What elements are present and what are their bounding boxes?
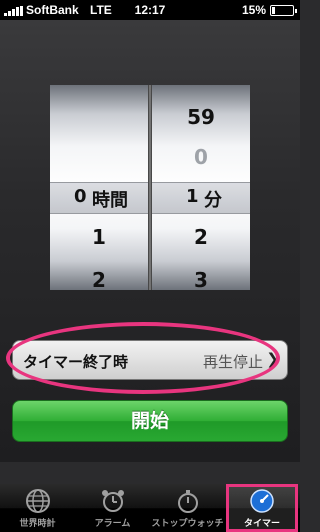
- tab-world-clock[interactable]: 世界時計: [0, 484, 75, 532]
- minutes-item[interactable]: 59: [152, 105, 250, 129]
- timer-end-value: 再生停止: [202, 353, 263, 371]
- tab-bar: 世界時計 アラーム ストップウォッチ タイマー: [0, 484, 300, 532]
- timer-end-label: タイマー終了時: [23, 353, 129, 371]
- battery-icon: [270, 5, 297, 16]
- tab-label: ストップウォッチ: [151, 519, 224, 529]
- tab-label: アラーム: [94, 519, 131, 529]
- minutes-unit-label: 分: [204, 190, 222, 211]
- alarm-clock-icon: [101, 490, 124, 512]
- picker-divider: [148, 85, 152, 290]
- tab-alarm[interactable]: アラーム: [75, 484, 150, 532]
- timer-icon: [250, 489, 274, 513]
- minutes-item[interactable]: 0: [152, 145, 250, 169]
- chevron-right-icon: ❯: [266, 350, 279, 368]
- battery-percent: 15%: [241, 3, 266, 17]
- hours-unit-label: 時間: [92, 190, 128, 211]
- tab-label: タイマー: [243, 519, 280, 529]
- minutes-item[interactable]: 2: [152, 225, 250, 249]
- selected-minutes: 1: [186, 186, 199, 207]
- timer-end-setting[interactable]: タイマー終了時 再生停止 ❯: [12, 340, 288, 380]
- tab-label: 世界時計: [19, 519, 56, 529]
- stopwatch-icon: [177, 490, 198, 513]
- globe-icon: [25, 489, 50, 513]
- hours-item[interactable]: 2: [50, 268, 148, 290]
- start-button[interactable]: 開始: [12, 400, 288, 442]
- tab-stopwatch[interactable]: ストップウォッチ: [150, 484, 225, 532]
- minutes-item[interactable]: 3: [152, 268, 250, 290]
- selected-hours: 0: [74, 186, 87, 207]
- status-bar: SoftBank LTE 12:17 15%: [0, 0, 300, 20]
- hours-item[interactable]: 1: [50, 225, 148, 249]
- time-picker[interactable]: 1 2 59 0 2 3 0 時間 1 分: [50, 85, 250, 290]
- tab-timer[interactable]: タイマー: [228, 484, 296, 532]
